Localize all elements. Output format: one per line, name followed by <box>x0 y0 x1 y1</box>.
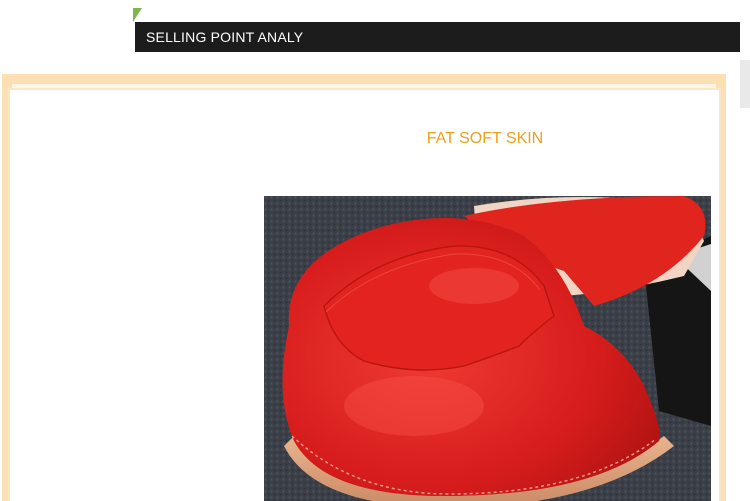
section-header-title: SELLING POINT ANALY <box>146 29 304 45</box>
section-header-bar: SELLING POINT ANALY <box>135 22 740 52</box>
product-detail-page: SELLING POINT ANALY FAT SOFT SKIN <box>0 0 750 501</box>
feature-title: FAT SOFT SKIN <box>426 130 544 147</box>
decorative-corner <box>133 8 142 22</box>
scrollbar[interactable] <box>740 60 750 108</box>
product-photo <box>264 196 711 501</box>
